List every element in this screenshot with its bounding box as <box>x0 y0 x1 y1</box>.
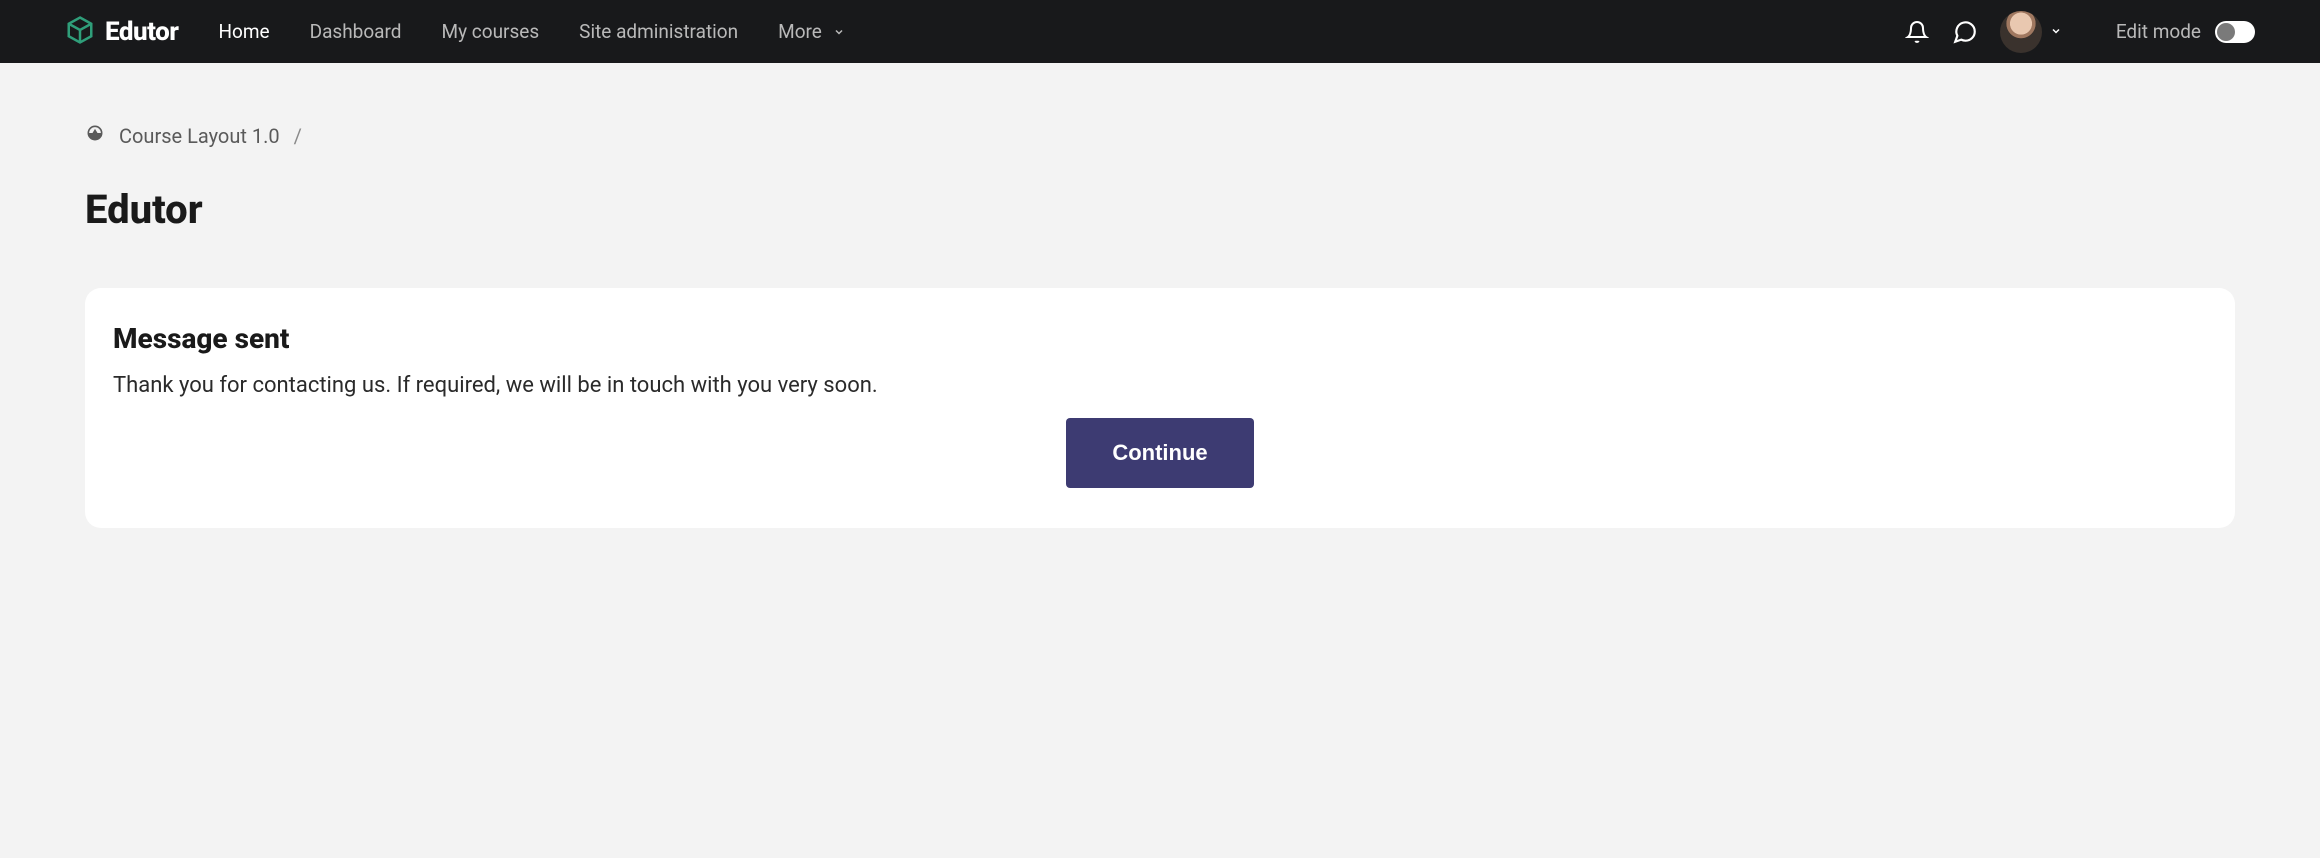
brand-logo-icon <box>65 15 95 49</box>
nav-icons: Edit mode <box>1904 11 2255 53</box>
chevron-down-icon <box>833 20 845 43</box>
toggle-knob <box>2217 23 2235 41</box>
user-menu[interactable] <box>2000 11 2062 53</box>
message-card: Message sent Thank you for contacting us… <box>85 288 2235 528</box>
breadcrumb-item[interactable]: Course Layout 1.0 <box>119 124 280 148</box>
edit-mode: Edit mode <box>2116 20 2255 43</box>
nav-links: Home Dashboard My courses Site administr… <box>218 20 844 43</box>
page: Course Layout 1.0 / Edutor Message sent … <box>0 63 2320 568</box>
nav-link-site-admin[interactable]: Site administration <box>579 20 738 43</box>
chevron-down-icon <box>2050 22 2062 41</box>
edit-mode-toggle[interactable] <box>2215 21 2255 43</box>
nav-link-more[interactable]: More <box>778 20 844 43</box>
nav-link-dashboard[interactable]: Dashboard <box>310 20 402 43</box>
avatar <box>2000 11 2042 53</box>
bell-icon[interactable] <box>1904 19 1930 45</box>
nav-link-more-label: More <box>778 20 822 43</box>
navbar: Edutor Home Dashboard My courses Site ad… <box>0 0 2320 63</box>
brand[interactable]: Edutor <box>65 15 178 49</box>
continue-button[interactable]: Continue <box>1066 418 1253 488</box>
nav-link-home[interactable]: Home <box>218 20 269 43</box>
dashboard-icon[interactable] <box>85 123 105 148</box>
breadcrumb-sep: / <box>294 124 302 148</box>
card-title: Message sent <box>113 322 2207 355</box>
page-title: Edutor <box>85 186 2235 233</box>
brand-name: Edutor <box>105 17 178 47</box>
breadcrumb: Course Layout 1.0 / <box>85 123 2235 148</box>
card-body: Thank you for contacting us. If required… <box>113 373 2207 398</box>
chat-icon[interactable] <box>1952 19 1978 45</box>
edit-mode-label: Edit mode <box>2116 20 2201 43</box>
nav-link-my-courses[interactable]: My courses <box>442 20 540 43</box>
